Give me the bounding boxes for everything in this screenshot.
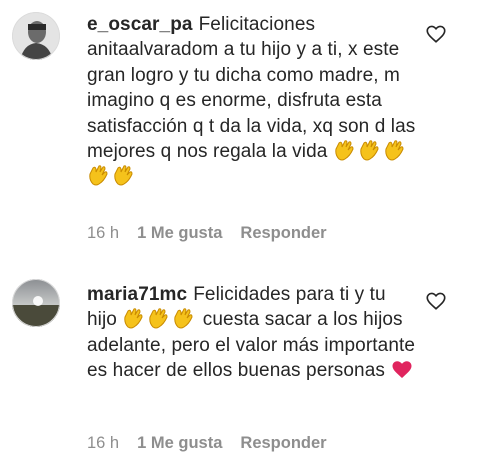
comment-meta: 16 h 1 Me gusta Responder xyxy=(87,434,345,456)
clapping-hands-icon xyxy=(385,140,404,161)
heart-outline-icon xyxy=(426,292,446,310)
comment-body: e_oscar_pa Felicitaciones anitaalvaradom … xyxy=(87,12,417,190)
clapping-hands-emoji-group xyxy=(122,308,197,330)
avatar[interactable] xyxy=(12,279,60,327)
comment-likes-count[interactable]: 1 Me gusta xyxy=(137,224,222,243)
comment-username[interactable]: e_oscar_pa xyxy=(87,14,193,35)
reply-button[interactable]: Responder xyxy=(240,434,326,453)
clapping-hands-icon xyxy=(360,140,379,161)
red-heart-icon xyxy=(392,361,412,379)
clapping-hands-icon xyxy=(174,308,193,329)
comment-likes-count[interactable]: 1 Me gusta xyxy=(137,434,222,453)
heart-outline-icon xyxy=(426,25,446,43)
comment-username[interactable]: maria71mc xyxy=(87,284,187,305)
clapping-hands-icon xyxy=(124,308,143,329)
like-button[interactable] xyxy=(425,290,447,312)
comment-meta: 16 h 1 Me gusta Responder xyxy=(87,224,345,246)
reply-button[interactable]: Responder xyxy=(240,224,326,243)
clapping-hands-icon xyxy=(114,165,133,186)
comment-timestamp[interactable]: 16 h xyxy=(87,434,119,453)
avatar[interactable] xyxy=(12,12,60,60)
comment-body: maria71mc Felicidades para ti y tu hijo c… xyxy=(87,282,417,384)
clapping-hands-icon xyxy=(149,308,168,329)
clapping-hands-icon xyxy=(335,140,354,161)
like-button[interactable] xyxy=(425,23,447,45)
clapping-hands-icon xyxy=(89,165,108,186)
comment-timestamp[interactable]: 16 h xyxy=(87,224,119,243)
